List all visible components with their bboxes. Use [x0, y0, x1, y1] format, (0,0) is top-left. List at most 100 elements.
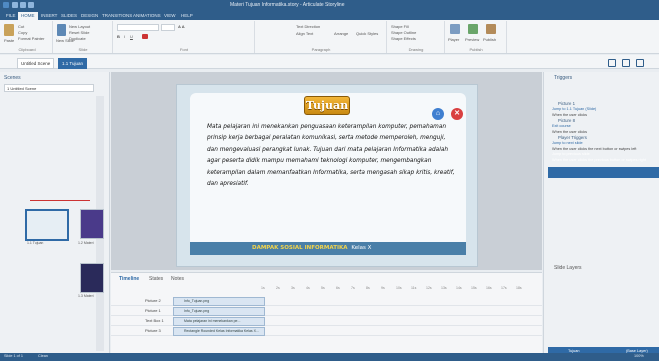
zoom-level[interactable]: 100%	[634, 354, 644, 358]
timeline-tick: 3s	[291, 286, 295, 290]
tab-view[interactable]: VIEW	[161, 12, 179, 20]
format-painter-button[interactable]: Format Painter	[18, 36, 44, 41]
trigger-item[interactable]: When the user clicks the next button or …	[552, 147, 636, 151]
timeline-row[interactable]: Picture 1 Info_Tujuan.png	[111, 306, 542, 316]
footer-right-text: Kelas X	[351, 245, 372, 251]
trigger-item[interactable]: When the user clicks	[552, 113, 587, 117]
restore-icon[interactable]	[608, 59, 616, 67]
timeline-bar[interactable]: Info_Tujuan.png	[173, 307, 265, 316]
cut-button[interactable]: Cut	[18, 24, 24, 29]
tab-file[interactable]: FILE	[3, 12, 19, 20]
view-tab-scene[interactable]: Untitled Scene	[17, 58, 55, 69]
tab-animations[interactable]: ANIMATIONS	[130, 12, 164, 20]
timeline-row-name: Picture 2	[145, 298, 161, 303]
slide-thumb-materi[interactable]	[80, 209, 104, 239]
shape-effects-button[interactable]: Shape Effects	[391, 36, 416, 41]
shape-outline-button[interactable]: Shape Outline	[391, 30, 416, 35]
slide-thumb-materi-2[interactable]	[80, 263, 104, 293]
player-icon[interactable]	[450, 24, 460, 34]
redo-icon[interactable]	[28, 2, 34, 8]
timeline-row-name: Picture 3	[145, 328, 161, 333]
save-icon[interactable]	[12, 2, 18, 8]
grow-font-icon[interactable]: A A	[178, 24, 185, 29]
new-slide-icon[interactable]	[57, 24, 66, 36]
ribbon-tabs: FILE HOME INSERT SLIDES DESIGN TRANSITIO…	[0, 11, 659, 20]
font-size-select[interactable]	[161, 24, 175, 31]
tab-timeline[interactable]: Timeline	[119, 276, 139, 282]
timeline-bar[interactable]: Mata pelajaran ini menekankan pe...	[173, 317, 265, 326]
timeline-bar[interactable]: Info_Tujuan.png	[173, 297, 265, 306]
align-text-button[interactable]: Align Text	[296, 31, 313, 36]
player-button[interactable]: Player	[448, 37, 459, 42]
trigger-object[interactable]: Picture 8	[558, 118, 575, 123]
font-group-label: Font	[179, 47, 188, 52]
clipboard-group-label: Clipboard	[18, 47, 36, 52]
timeline-panel: Timeline States Notes 1s 2s 3s 4s 5s 6s 7s 8s 9s…	[111, 272, 542, 353]
trigger-item[interactable]: Jump to previous slide	[552, 152, 590, 156]
timeline-row-name: Text Box 1	[145, 318, 164, 323]
timeline-tick: 12s	[426, 286, 432, 290]
font-family-select[interactable]	[117, 24, 159, 31]
close-icon[interactable]: ✕	[451, 108, 463, 120]
timeline-tick: 15s	[471, 286, 477, 290]
slide-group: New Layout Reset Slide New Slide Duplica…	[54, 21, 113, 53]
tab-design[interactable]: DESIGN	[78, 12, 101, 20]
tab-help[interactable]: HELP	[178, 12, 196, 20]
quick-styles-button[interactable]: Quick Styles	[356, 31, 378, 36]
timeline-row[interactable]: Picture 3 Rectangle Rounded Kelas Inform…	[111, 326, 542, 336]
text-direction-button[interactable]: Text Direction	[296, 24, 320, 29]
timeline-tick: 14s	[456, 286, 462, 290]
home-icon[interactable]: ⌂	[432, 108, 444, 120]
trigger-item[interactable]: Jump to 1.1 Tujuan (Slide)	[552, 107, 596, 111]
status-slide: Slide 1 of 1	[4, 354, 23, 358]
tab-slides[interactable]: SLIDES	[58, 12, 80, 20]
layout-icon[interactable]	[622, 59, 630, 67]
paste-icon[interactable]	[4, 24, 14, 36]
new-layout-button[interactable]: New Layout	[69, 24, 90, 29]
trigger-item[interactable]: Jump to next slide	[552, 141, 583, 145]
slide-body-text: Mata pelajaran ini menekankan penguasaan…	[207, 124, 455, 188]
copy-button[interactable]: Copy	[18, 30, 27, 35]
shape-fill-button[interactable]: Shape Fill	[391, 24, 409, 29]
italic-icon[interactable]: I	[124, 34, 125, 39]
bold-icon[interactable]: B	[117, 34, 120, 39]
reset-slide-button[interactable]: Reset Slide	[69, 30, 89, 35]
paste-label[interactable]: Paste	[4, 38, 14, 43]
scene-select[interactable]: 1 Untitled Scene	[4, 84, 94, 92]
panel-toggle-icon[interactable]	[636, 59, 644, 67]
timeline-tick: 8s	[366, 286, 370, 290]
trigger-item[interactable]: When the user clicks	[552, 130, 587, 134]
tab-states[interactable]: States	[149, 276, 163, 282]
timeline-tick: 2s	[276, 286, 280, 290]
app-logo-icon	[3, 2, 9, 8]
timeline-tick: 4s	[306, 286, 310, 290]
trigger-object[interactable]: Player Triggers	[558, 135, 587, 140]
footer-left-text: DAMPAK SOSIAL INFORMATIKA	[252, 245, 348, 251]
preview-button[interactable]: Preview	[465, 37, 479, 42]
publish-button[interactable]: Publish	[483, 37, 496, 42]
trigger-item[interactable]: When the user clicks the previous button…	[552, 158, 646, 162]
arrange-button[interactable]: Arrange	[334, 31, 348, 36]
tab-notes[interactable]: Notes	[171, 276, 184, 282]
timeline-tick: 1s	[261, 286, 265, 290]
preview-icon[interactable]	[468, 24, 478, 34]
font-color-icon[interactable]	[142, 34, 148, 39]
underline-icon[interactable]: U	[130, 34, 133, 39]
scenes-panel-title: Scenes	[4, 75, 21, 81]
timeline-row[interactable]: Picture 2 Info_Tujuan.png	[111, 296, 542, 306]
view-tab-slide[interactable]: 1.1 Tujuan	[58, 58, 88, 69]
triggers-panel-title: Triggers	[554, 75, 573, 81]
trigger-object[interactable]: Picture 1	[558, 101, 575, 106]
publish-icon[interactable]	[486, 24, 496, 34]
slide-title: Tujuan	[304, 96, 350, 115]
timeline-bar[interactable]: Rectangle Rounded Kelas Informatika Kela…	[173, 327, 265, 336]
tab-home[interactable]: HOME	[18, 12, 38, 20]
paragraph-group-label: Paragraph	[311, 47, 331, 52]
title-bar: Materi Tujuan Informatika.story - Articu…	[0, 0, 659, 11]
undo-icon[interactable]	[20, 2, 26, 8]
slide-thumb-tujuan[interactable]	[25, 209, 69, 241]
duplicate-button[interactable]: Duplicate	[69, 36, 86, 41]
trigger-item[interactable]: Exit course	[552, 124, 571, 128]
window-title: Materi Tujuan Informatika.story - Articu…	[230, 2, 345, 8]
timeline-row[interactable]: Text Box 1 Mata pelajaran ini menekankan…	[111, 316, 542, 326]
